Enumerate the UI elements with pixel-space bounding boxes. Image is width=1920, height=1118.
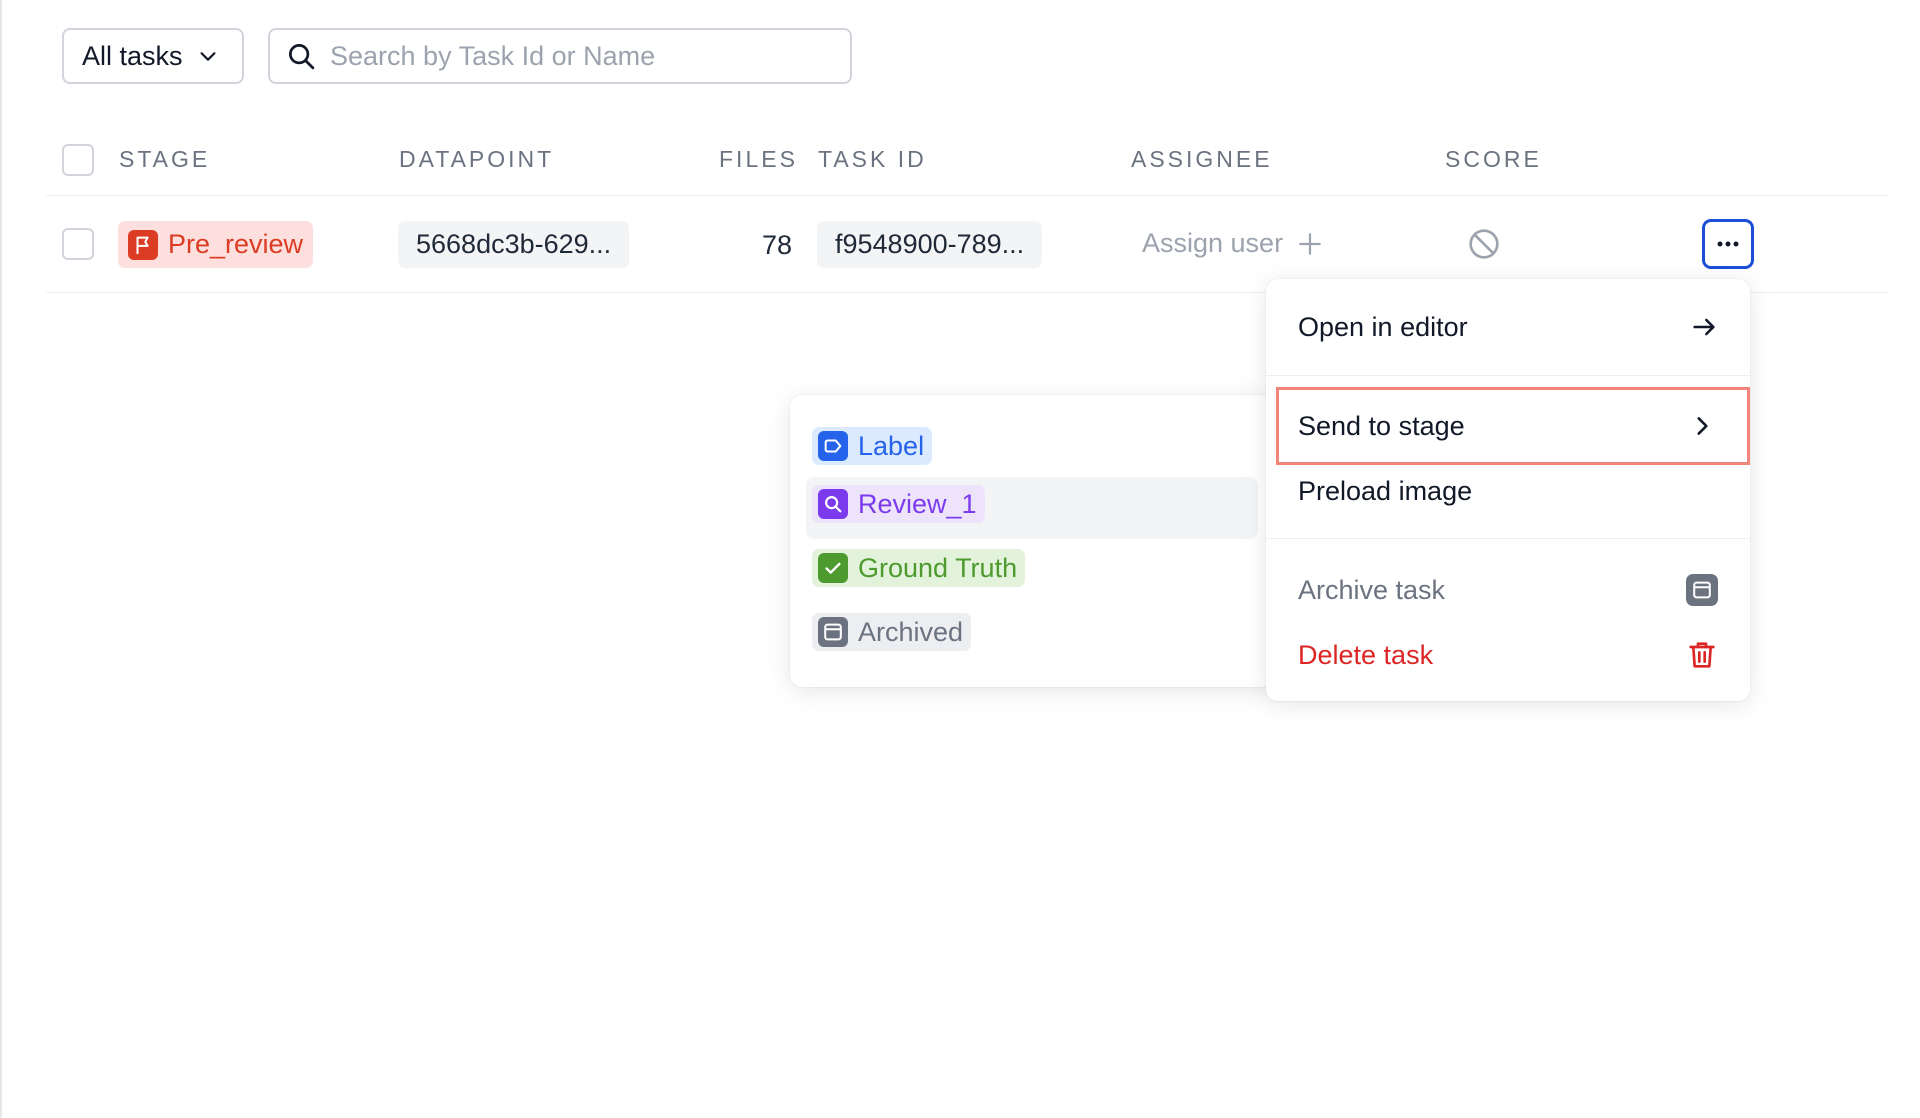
trash-icon — [1689, 642, 1715, 668]
task-context-menu: Open in editor Send to stage Preload ima… — [1266, 279, 1750, 701]
stage-label: Pre_review — [168, 229, 304, 259]
stage-option-label[interactable]: Label — [806, 419, 1258, 481]
assign-user-label: Assign user — [1142, 228, 1284, 258]
task-id-chip[interactable]: f9548900-789... — [817, 221, 1043, 268]
stage-badge: Pre_review — [118, 221, 314, 268]
no-score-icon — [1469, 229, 1499, 259]
open-in-editor-label: Open in editor — [1298, 311, 1468, 342]
preload-image-label: Preload image — [1298, 475, 1473, 506]
flag-icon — [128, 229, 158, 260]
chevron-down-icon — [200, 52, 216, 61]
stage-option-archived[interactable]: Archived — [806, 605, 1258, 667]
stage-option-text: Label — [858, 430, 925, 461]
stage-submenu: Label Review_1 Ground Truth Archived — [790, 395, 1274, 687]
stage-option-review-1[interactable]: Review_1 — [806, 477, 1258, 539]
plus-icon — [1299, 232, 1321, 255]
files-count: 78 — [761, 230, 792, 260]
stage-option-badge: Ground Truth — [812, 549, 1026, 587]
stage-option-ground-truth[interactable]: Ground Truth — [806, 541, 1258, 603]
delete-task-item[interactable]: Delete task — [1266, 625, 1750, 685]
column-header-task-id[interactable]: TASK ID — [818, 146, 927, 173]
send-to-stage-item[interactable]: Send to stage — [1276, 387, 1750, 465]
search-box[interactable] — [268, 28, 852, 84]
more-actions-button[interactable] — [1702, 219, 1754, 269]
chevron-right-icon — [1697, 417, 1708, 435]
menu-divider — [1266, 375, 1750, 376]
archive-icon — [1686, 574, 1718, 606]
column-header-datapoint[interactable]: DATAPOINT — [399, 146, 554, 173]
archive-icon — [818, 617, 848, 647]
left-border — [0, 0, 2, 1118]
preload-image-item[interactable]: Preload image — [1266, 461, 1750, 521]
send-to-stage-label: Send to stage — [1298, 410, 1465, 441]
check-icon — [818, 553, 848, 583]
search-icon — [818, 489, 848, 519]
archive-task-label: Archive task — [1298, 574, 1446, 605]
select-all-checkbox[interactable] — [62, 144, 94, 176]
stage-option-badge: Label — [812, 427, 933, 465]
stage-option-badge: Review_1 — [812, 485, 985, 523]
stage-option-badge: Archived — [812, 613, 972, 651]
archive-task-item[interactable]: Archive task — [1266, 560, 1750, 620]
column-header-assignee[interactable]: ASSIGNEE — [1131, 146, 1273, 173]
search-icon — [289, 44, 315, 70]
menu-divider — [1266, 538, 1750, 539]
datapoint-chip[interactable]: 5668dc3b-629... — [398, 221, 630, 268]
assign-user-button[interactable]: Assign user — [1142, 228, 1323, 259]
tag-icon — [818, 431, 848, 461]
stage-option-text: Review_1 — [858, 488, 977, 519]
search-input[interactable] — [330, 40, 830, 72]
stage-option-text: Ground Truth — [858, 552, 1018, 583]
task-filter-dropdown[interactable]: All tasks — [62, 28, 244, 84]
stage-option-text: Archived — [858, 616, 964, 647]
row-checkbox[interactable] — [62, 228, 94, 260]
header-divider — [46, 195, 1888, 196]
column-header-score[interactable]: SCORE — [1445, 146, 1542, 173]
column-header-files[interactable]: FILES — [719, 146, 798, 173]
more-horizontal-icon — [1717, 241, 1739, 247]
open-in-editor-item[interactable]: Open in editor — [1266, 297, 1750, 357]
column-header-stage[interactable]: STAGE — [119, 146, 210, 173]
filter-label: All tasks — [82, 40, 183, 71]
arrow-right-icon — [1693, 318, 1715, 336]
delete-task-label: Delete task — [1298, 639, 1434, 670]
